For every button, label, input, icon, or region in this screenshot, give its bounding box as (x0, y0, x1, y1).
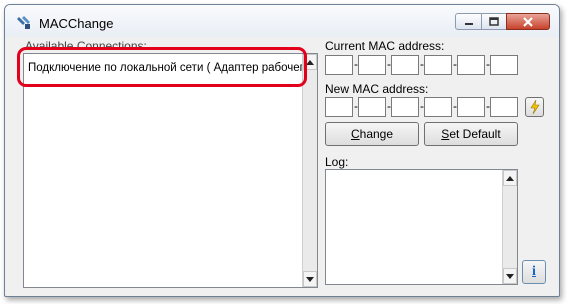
new-mac-label: New MAC address: (325, 82, 429, 96)
scroll-down-icon (506, 273, 514, 279)
maximize-icon (489, 17, 499, 26)
info-icon: i (532, 264, 536, 279)
close-icon (523, 16, 533, 27)
lightning-icon (529, 100, 540, 114)
change-button[interactable]: Change (325, 122, 419, 146)
log-label: Log: (325, 155, 349, 169)
current-mac-octet-2[interactable] (358, 55, 386, 75)
scroll-up-icon (306, 59, 314, 65)
set-default-button-accel: S (441, 127, 450, 141)
change-button-label: hange (359, 127, 394, 141)
scroll-down-button[interactable] (303, 271, 317, 287)
app-window: MACChange Available Connections: Подключ… (4, 4, 560, 297)
current-mac-octet-3[interactable] (391, 55, 419, 75)
title-bar[interactable]: MACChange (5, 5, 559, 37)
random-mac-button[interactable] (525, 97, 544, 117)
new-mac-octet-6[interactable] (490, 97, 518, 117)
log-textarea[interactable] (325, 169, 518, 285)
new-mac-octet-2[interactable] (358, 97, 386, 117)
scroll-up-icon (506, 175, 514, 181)
window-title: MACChange (39, 16, 114, 31)
info-button[interactable]: i (522, 260, 546, 284)
connections-list[interactable]: Подключение по локальной сети ( Адаптер … (23, 53, 318, 288)
current-mac-octet-1[interactable] (325, 55, 353, 75)
log-scroll-down-button[interactable] (503, 268, 517, 284)
scroll-down-icon (306, 276, 314, 282)
log-scrollbar[interactable] (502, 170, 517, 284)
new-mac-octet-1[interactable] (325, 97, 353, 117)
current-mac-octet-4[interactable] (424, 55, 452, 75)
set-default-button[interactable]: Set Default (424, 122, 518, 146)
current-mac-label: Current MAC address: (325, 39, 445, 53)
minimize-button[interactable] (455, 13, 482, 30)
selection-highlight (17, 47, 307, 87)
change-button-accel: C (350, 127, 360, 141)
set-default-button-label: et Default (449, 127, 501, 141)
new-mac-octet-4[interactable] (424, 97, 452, 117)
new-mac-octet-3[interactable] (391, 97, 419, 117)
app-gear-icon (17, 16, 30, 29)
maximize-button[interactable] (481, 13, 507, 30)
current-mac-octet-5[interactable] (457, 55, 485, 75)
log-scroll-up-button[interactable] (503, 170, 517, 186)
new-mac-octet-5[interactable] (457, 97, 485, 117)
minimize-icon (464, 22, 473, 25)
connections-scrollbar[interactable] (302, 54, 317, 287)
current-mac-octet-6[interactable] (490, 55, 518, 75)
close-button[interactable] (506, 13, 550, 30)
